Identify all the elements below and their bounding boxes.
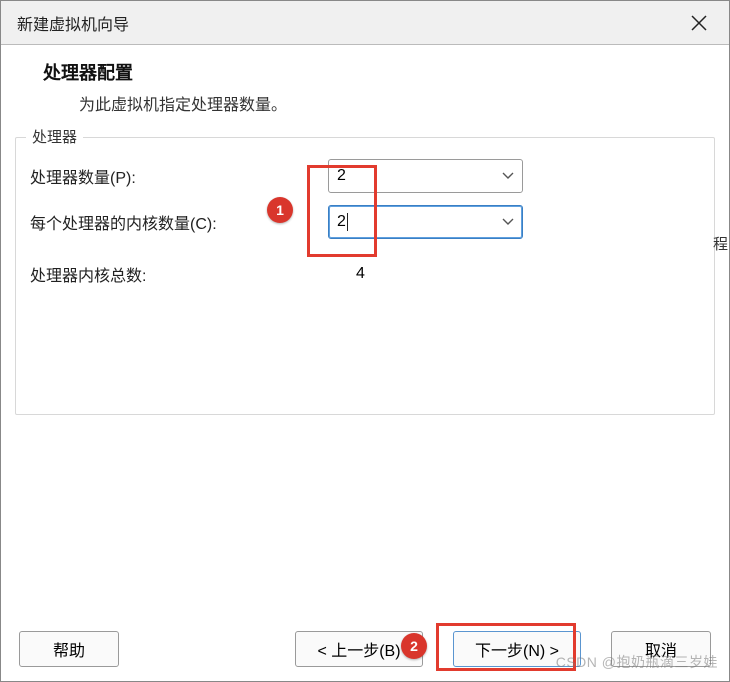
- processor-group: 处理器 处理器数量(P): 2 每个处理器的内核数量(C): 2: [15, 137, 715, 415]
- cores-per-processor-combobox[interactable]: 2: [328, 205, 523, 239]
- page-description: 为此虚拟机指定处理器数量。: [43, 91, 687, 115]
- back-button[interactable]: < 上一步(B): [295, 631, 423, 667]
- total-cores-value: 4: [328, 265, 365, 283]
- cores-per-processor-value: 2: [337, 213, 346, 231]
- cancel-button[interactable]: 取消: [611, 631, 711, 667]
- close-icon: [690, 14, 708, 32]
- chevron-down-icon: [502, 167, 514, 185]
- wizard-header: 处理器配置 为此虚拟机指定处理器数量。: [1, 45, 729, 127]
- label-processor-count: 处理器数量(P):: [28, 164, 328, 188]
- row-processor-count: 处理器数量(P): 2: [28, 156, 702, 196]
- close-button[interactable]: [679, 3, 719, 43]
- window-title: 新建虚拟机向导: [17, 11, 129, 35]
- label-cores-per-processor: 每个处理器的内核数量(C):: [28, 210, 328, 234]
- processor-count-value: 2: [337, 167, 346, 185]
- row-cores-per-processor: 每个处理器的内核数量(C): 2: [28, 202, 702, 242]
- help-button[interactable]: 帮助: [19, 631, 119, 667]
- side-cropped-text: 程: [713, 233, 728, 254]
- wizard-window: 新建虚拟机向导 处理器配置 为此虚拟机指定处理器数量。 处理器 处理器数量(P)…: [0, 0, 730, 682]
- label-total-cores: 处理器内核总数:: [28, 262, 328, 286]
- wizard-footer: 帮助 < 上一步(B) 下一步(N) > 取消: [1, 618, 729, 681]
- next-button[interactable]: 下一步(N) >: [453, 631, 581, 667]
- chevron-down-icon: [502, 213, 514, 231]
- page-title: 处理器配置: [43, 59, 687, 85]
- group-label: 处理器: [26, 126, 83, 147]
- processor-count-combobox[interactable]: 2: [328, 159, 523, 193]
- titlebar: 新建虚拟机向导: [1, 1, 729, 45]
- row-total-cores: 处理器内核总数: 4: [28, 254, 702, 294]
- text-cursor: [347, 213, 348, 231]
